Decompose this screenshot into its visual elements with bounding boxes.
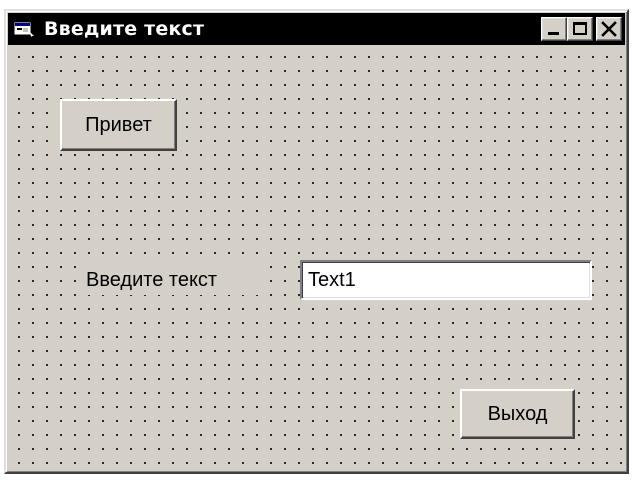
text-input[interactable]: [300, 260, 592, 300]
form-client-area: Привет Введите текст Выход: [8, 47, 625, 470]
exit-button[interactable]: Выход: [460, 389, 575, 439]
prompt-label: Введите текст: [78, 265, 258, 295]
minimize-icon: [548, 32, 559, 35]
maximize-button[interactable]: [567, 17, 593, 41]
window-title: Введите текст: [44, 18, 205, 40]
hello-button[interactable]: Привет: [60, 99, 177, 151]
minimize-button[interactable]: [541, 17, 567, 41]
title-bar[interactable]: Введите текст: [8, 13, 625, 45]
maximize-icon: [573, 22, 587, 35]
close-button[interactable]: [596, 17, 622, 41]
form-window: Введите текст Привет Введите текст Выход: [4, 9, 629, 474]
form-icon[interactable]: [14, 20, 36, 38]
title-buttons: [541, 17, 622, 41]
close-icon: [601, 21, 617, 37]
